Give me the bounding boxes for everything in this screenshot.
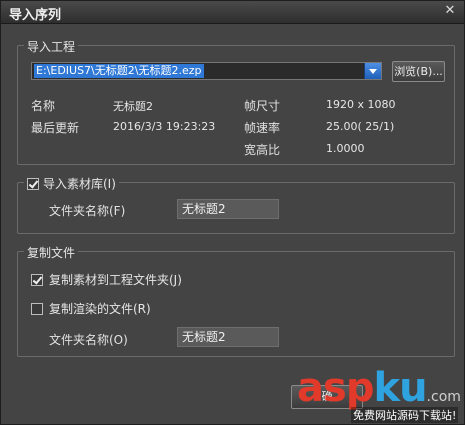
import-project-legend: 导入工程 <box>24 38 79 55</box>
copy-rendered-label: 复制渲染的文件(R) <box>49 302 151 316</box>
watermark-tld: .com <box>426 389 461 405</box>
watermark-letter: s <box>323 365 347 411</box>
watermark-letter: k <box>373 365 400 411</box>
import-bin-label: 导入素材库(I) <box>43 177 116 191</box>
watermark-letter: a <box>297 365 324 411</box>
copy-folder-name-input[interactable]: 无标题2 <box>177 327 279 347</box>
close-icon[interactable]: ✕ <box>442 3 458 19</box>
name-label: 名称 <box>31 99 56 113</box>
copy-clips-label: 复制素材到工程文件夹(J) <box>49 273 182 287</box>
copy-clips-checkbox[interactable] <box>31 273 43 286</box>
watermark-tagline: 免费网站源码下载站! <box>351 407 459 423</box>
copy-folder-name-label: 文件夹名称(O) <box>49 333 128 347</box>
watermark-letter: p <box>345 365 375 411</box>
aspku-watermark: aspku.com 免费网站源码下载站! <box>297 367 465 425</box>
name-value: 无标题2 <box>113 100 153 113</box>
watermark-brand: aspku <box>297 365 428 411</box>
copy-rendered-option[interactable]: 复制渲染的文件(R) <box>31 300 151 317</box>
last-updated-label: 最后更新 <box>31 121 80 135</box>
import-sequence-dialog: 导入序列 ✕ 导入工程 E:\EDIUS7\无标题2\无标题2.ezp 浏览(B… <box>0 0 465 425</box>
copy-rendered-checkbox[interactable] <box>31 302 43 315</box>
copy-files-legend: 复制文件 <box>24 244 79 261</box>
watermark-letter: u <box>399 365 428 411</box>
browse-button[interactable]: 浏览(B)... <box>392 61 445 82</box>
title-bar: 导入序列 ✕ <box>1 1 464 24</box>
project-path-value: E:\EDIUS7\无标题2\无标题2.ezp <box>34 64 204 78</box>
chevron-down-icon[interactable] <box>364 63 381 79</box>
frame-rate-label: 帧速率 <box>244 121 281 135</box>
bin-folder-name-label: 文件夹名称(F) <box>49 204 126 218</box>
bin-folder-name-input[interactable]: 无标题2 <box>177 199 279 219</box>
frame-size-value: 1920 x 1080 <box>326 98 396 111</box>
aspect-ratio-label: 宽高比 <box>244 143 281 157</box>
last-updated-value: 2016/3/3 19:23:23 <box>113 120 216 133</box>
import-bin-legend[interactable]: 导入素材库(I) <box>24 175 119 192</box>
project-path-dropdown[interactable]: E:\EDIUS7\无标题2\无标题2.ezp <box>31 62 382 80</box>
frame-size-label: 帧尺寸 <box>244 99 281 113</box>
dialog-title: 导入序列 <box>9 8 62 23</box>
copy-clips-option[interactable]: 复制素材到工程文件夹(J) <box>31 271 182 288</box>
aspect-ratio-value: 1.0000 <box>326 142 365 155</box>
frame-rate-value: 25.00( 25/1) <box>326 120 395 133</box>
import-bin-checkbox[interactable] <box>27 177 39 190</box>
